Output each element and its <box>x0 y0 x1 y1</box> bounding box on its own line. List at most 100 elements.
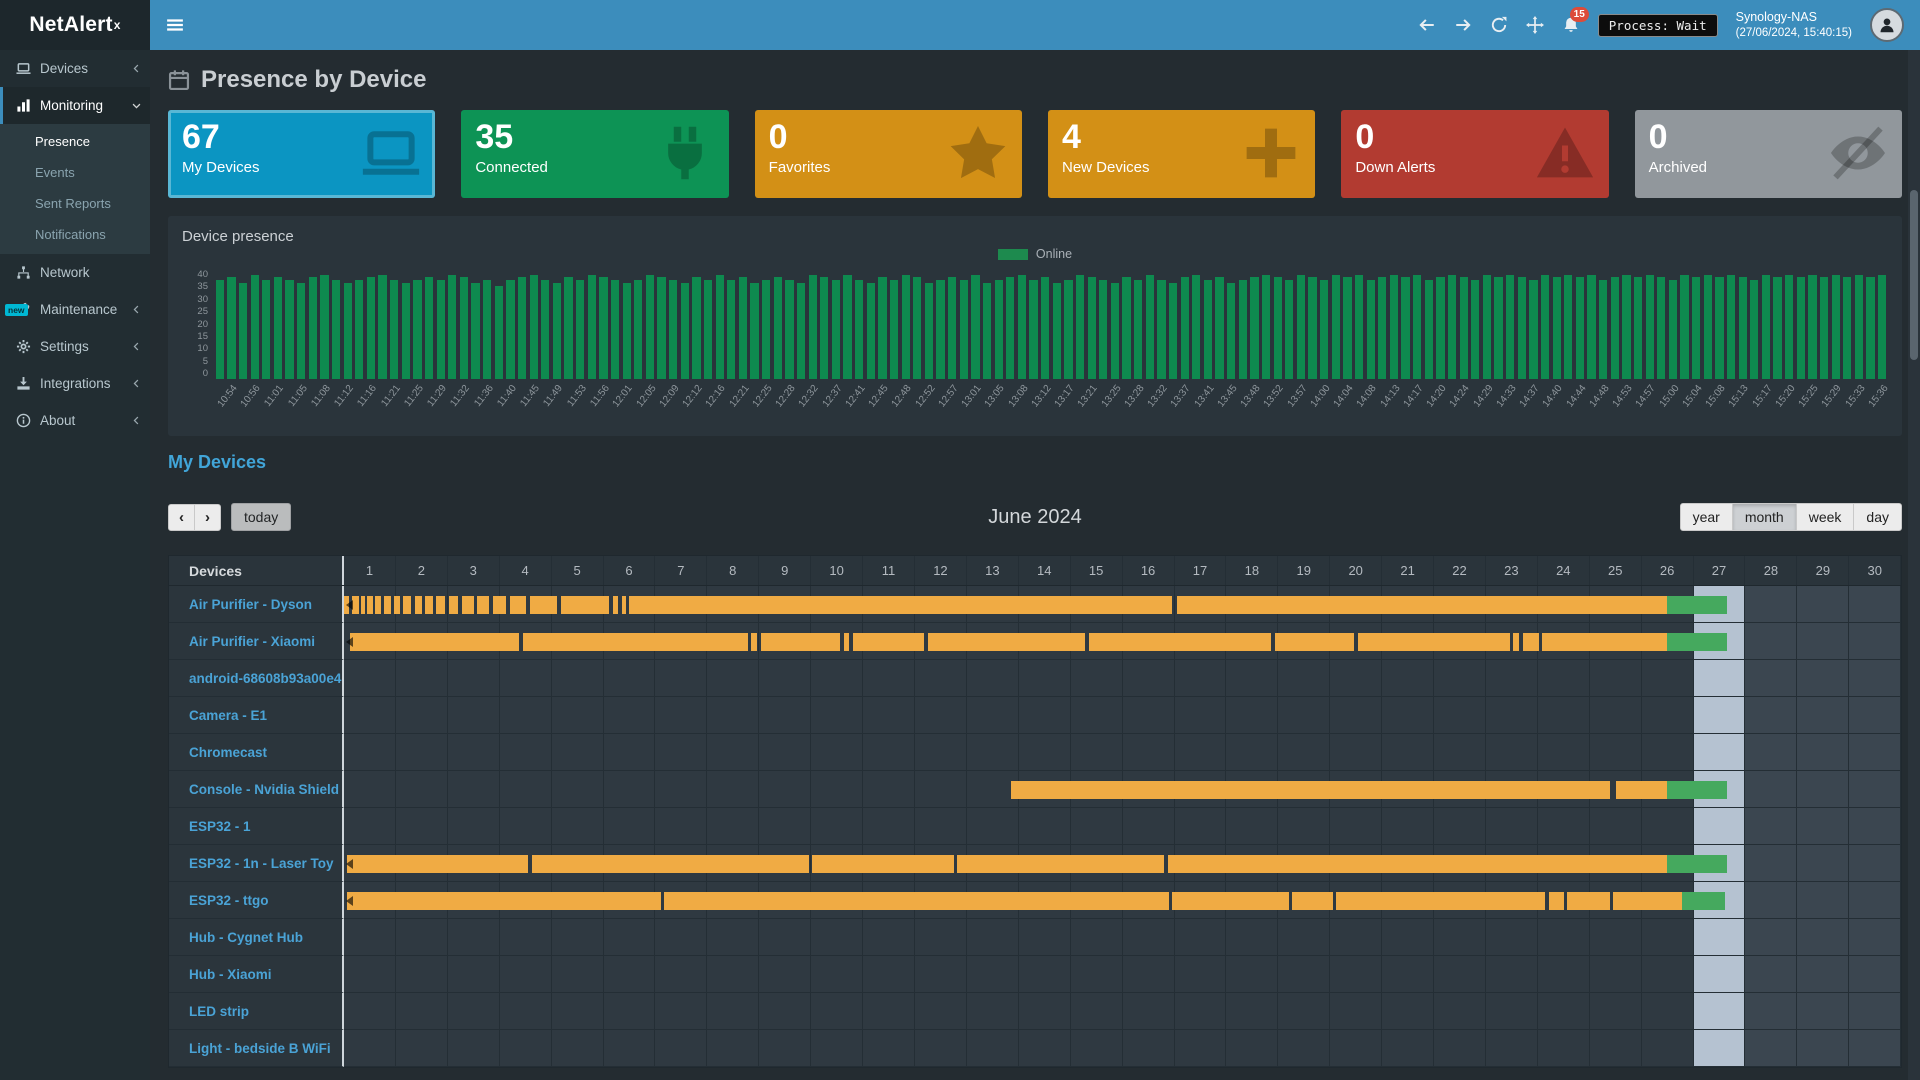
device-link[interactable]: Camera - E1 <box>169 697 344 734</box>
presence-bar-orange[interactable] <box>462 596 474 614</box>
presence-bar-orange[interactable] <box>957 855 1164 873</box>
calendar-next-button[interactable]: › <box>194 504 221 531</box>
presence-bar-green[interactable] <box>1682 892 1725 910</box>
sidebar-item-network[interactable]: Network <box>0 254 150 291</box>
notifications-bell-button[interactable]: 15 <box>1562 16 1580 34</box>
presence-bar-orange[interactable] <box>844 633 849 651</box>
presence-bar-orange[interactable] <box>1172 892 1288 910</box>
presence-bar-orange[interactable] <box>1513 633 1519 651</box>
presence-bar-orange[interactable] <box>812 855 954 873</box>
presence-bar-orange[interactable] <box>853 633 925 651</box>
stat-card-favorites[interactable]: 0Favorites <box>755 110 1022 198</box>
move-button[interactable] <box>1526 16 1544 34</box>
sidebar-item-about[interactable]: About <box>0 402 150 439</box>
presence-bar-green[interactable] <box>1667 596 1727 614</box>
presence-bar-orange[interactable] <box>1292 892 1333 910</box>
sidebar-item-devices[interactable]: Devices <box>0 50 150 87</box>
presence-bar-orange[interactable] <box>1177 596 1667 614</box>
presence-bar-orange[interactable] <box>523 633 748 651</box>
device-link[interactable]: Hub - Xiaomi <box>169 956 344 993</box>
sidebar-item-integrations[interactable]: Integrations <box>0 365 150 402</box>
device-link[interactable]: Chromecast <box>169 734 344 771</box>
presence-bar-orange[interactable] <box>751 633 757 651</box>
presence-bar-orange[interactable] <box>436 596 445 614</box>
device-link[interactable]: ESP32 - 1 <box>169 808 344 845</box>
presence-bar-orange[interactable] <box>403 596 411 614</box>
sidebar-item-settings[interactable]: Settings <box>0 328 150 365</box>
presence-bar-orange[interactable] <box>1089 633 1272 651</box>
calendar-prev-button[interactable]: ‹ <box>168 504 195 531</box>
device-link[interactable]: Console - Nvidia Shield TV <box>169 771 344 808</box>
presence-bar-orange[interactable] <box>347 892 661 910</box>
presence-bar-orange[interactable] <box>415 596 422 614</box>
stat-card-new-devices[interactable]: 4New Devices <box>1048 110 1315 198</box>
presence-bar-orange[interactable] <box>361 596 365 614</box>
view-button-month[interactable]: month <box>1732 503 1797 531</box>
presence-bar-green[interactable] <box>1667 855 1727 873</box>
presence-bar-orange[interactable] <box>613 596 618 614</box>
view-button-day[interactable]: day <box>1853 503 1902 531</box>
presence-bar-orange[interactable] <box>629 596 1171 614</box>
presence-bar-orange[interactable] <box>622 596 626 614</box>
presence-bar-orange[interactable] <box>1011 781 1610 799</box>
presence-bar-orange[interactable] <box>1275 633 1354 651</box>
presence-bar-orange[interactable] <box>367 596 372 614</box>
presence-bar-orange[interactable] <box>384 596 390 614</box>
presence-bar-orange[interactable] <box>394 596 400 614</box>
presence-bar-orange[interactable] <box>350 633 519 651</box>
stat-card-archived[interactable]: 0Archived <box>1635 110 1902 198</box>
presence-bar-orange[interactable] <box>425 596 433 614</box>
view-button-year[interactable]: year <box>1680 503 1733 531</box>
presence-bar-orange[interactable] <box>530 596 557 614</box>
presence-bar-orange[interactable] <box>928 633 1085 651</box>
presence-bar-orange[interactable] <box>1168 855 1668 873</box>
scrollbar-thumb[interactable] <box>1910 190 1918 360</box>
view-button-week[interactable]: week <box>1796 503 1855 531</box>
presence-bar-orange[interactable] <box>449 596 458 614</box>
process-status-indicator[interactable]: Process: Wait <box>1598 14 1718 37</box>
nav-back-button[interactable] <box>1418 16 1436 34</box>
sidebar-subitem-events[interactable]: Events <box>0 157 150 188</box>
presence-bar-orange[interactable] <box>1613 892 1682 910</box>
stat-card-down-alerts[interactable]: 0Down Alerts <box>1341 110 1608 198</box>
sidebar-toggle-button[interactable] <box>166 16 184 34</box>
presence-bar-green[interactable] <box>1667 781 1727 799</box>
presence-bar-orange[interactable] <box>761 633 840 651</box>
presence-bar-green[interactable] <box>1667 633 1727 651</box>
presence-bar-orange[interactable] <box>477 596 489 614</box>
presence-bar-orange[interactable] <box>1616 781 1668 799</box>
device-link[interactable]: Air Purifier - Dyson <box>169 586 344 623</box>
page-scrollbar[interactable] <box>1908 50 1920 1080</box>
presence-bar-orange[interactable] <box>1336 892 1545 910</box>
presence-bar-orange[interactable] <box>664 892 1170 910</box>
sidebar-subitem-notifications[interactable]: Notifications <box>0 219 150 250</box>
app-logo[interactable]: NetAlertx <box>0 0 150 50</box>
stat-card-connected[interactable]: 35Connected <box>461 110 728 198</box>
presence-bar-orange[interactable] <box>1358 633 1510 651</box>
device-link[interactable]: LED strip <box>169 993 344 1030</box>
presence-bar-orange[interactable] <box>347 855 529 873</box>
device-link[interactable]: ESP32 - 1n - Laser Toy <box>169 845 344 882</box>
nav-forward-button[interactable] <box>1454 16 1472 34</box>
stat-card-my-devices[interactable]: 67My Devices <box>168 110 435 198</box>
calendar-today-button[interactable]: today <box>231 503 291 531</box>
presence-bar-orange[interactable] <box>1567 892 1611 910</box>
sidebar-subitem-presence[interactable]: Presence <box>0 126 150 157</box>
presence-bar-orange[interactable] <box>375 596 381 614</box>
device-link[interactable]: android-68608b93a00e4 <box>169 660 344 697</box>
presence-bar-orange[interactable] <box>532 855 809 873</box>
sidebar-subitem-sent-reports[interactable]: Sent Reports <box>0 188 150 219</box>
presence-bar-orange[interactable] <box>561 596 609 614</box>
device-link[interactable]: ESP32 - ttgo <box>169 882 344 919</box>
device-link[interactable]: Hub - Cygnet Hub <box>169 919 344 956</box>
device-link[interactable]: Air Purifier - Xiaomi <box>169 623 344 660</box>
presence-bar-orange[interactable] <box>493 596 506 614</box>
presence-bar-orange[interactable] <box>1523 633 1539 651</box>
sidebar-item-maintenance[interactable]: newMaintenance <box>0 291 150 328</box>
device-link[interactable]: Light - bedside B WiFi <box>169 1030 344 1067</box>
presence-bar-orange[interactable] <box>1542 633 1667 651</box>
refresh-button[interactable] <box>1490 16 1508 34</box>
user-avatar[interactable] <box>1870 8 1904 42</box>
presence-bar-orange[interactable] <box>510 596 526 614</box>
sidebar-item-monitoring[interactable]: Monitoring <box>0 87 150 124</box>
